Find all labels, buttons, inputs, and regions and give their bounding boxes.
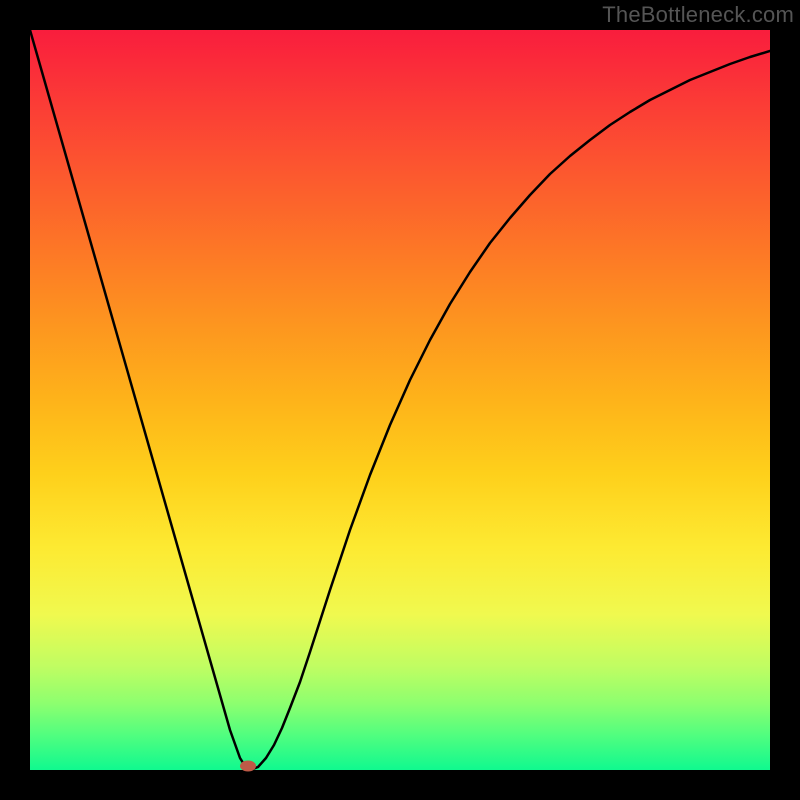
chart-frame: TheBottleneck.com [0,0,800,800]
watermark-text: TheBottleneck.com [602,2,794,28]
minimum-marker [240,761,256,772]
plot-area [30,30,770,770]
bottleneck-curve [30,30,770,770]
